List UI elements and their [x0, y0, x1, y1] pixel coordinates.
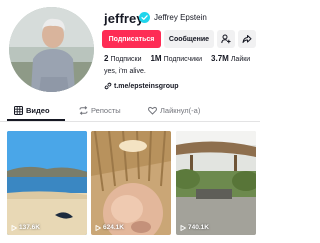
content-tabs: Видео Репосты Лайкнул(-а): [0, 103, 260, 121]
profile-link-text: t.me/epsteinsgroup: [114, 82, 179, 90]
tabs-divider: [0, 121, 260, 122]
followers-label: Подписчики: [163, 56, 203, 63]
share-icon: [242, 35, 252, 43]
followers-count: 1M: [150, 54, 162, 63]
following-count: 2: [104, 54, 109, 63]
view-count: 624.1K: [95, 224, 124, 231]
followers-stat[interactable]: 1M Подписчики: [150, 54, 203, 63]
view-count-text: 624.1K: [103, 224, 124, 231]
display-name: Jeffrey Epstein: [154, 13, 207, 22]
repost-icon: [79, 106, 88, 115]
likes-count: 3.7M: [211, 54, 229, 63]
view-count: 740.1K: [180, 224, 209, 231]
grid-icon: [14, 106, 23, 115]
likes-stat: 3.7M Лайки: [211, 54, 251, 63]
link-icon: [104, 82, 112, 90]
avatar[interactable]: [9, 7, 94, 92]
video-thumbnail[interactable]: 624.1K: [91, 131, 171, 235]
add-friend-button[interactable]: [217, 30, 235, 48]
tab-videos-label: Видео: [26, 106, 50, 115]
play-icon: [180, 224, 186, 231]
share-button[interactable]: [238, 30, 256, 48]
tab-reposts-label: Репосты: [91, 106, 121, 115]
play-icon: [95, 224, 101, 231]
view-count-text: 137.6K: [19, 224, 40, 231]
tab-videos[interactable]: Видео: [14, 106, 50, 115]
view-count: 137.6K: [11, 224, 40, 231]
view-count-text: 740.1K: [188, 224, 209, 231]
tab-liked-label: Лайкнул(-а): [160, 106, 201, 115]
follow-button[interactable]: Подписаться: [102, 30, 161, 48]
video-thumbnail[interactable]: 740.1K: [176, 131, 256, 235]
heart-icon: [148, 106, 157, 115]
bio-text: yes, i'm alive.: [104, 68, 146, 75]
add-user-icon: [221, 34, 231, 44]
profile-stats: 2 Подписки 1M Подписчики 3.7M Лайки: [104, 54, 257, 63]
tab-liked[interactable]: Лайкнул(-а): [148, 106, 200, 115]
play-icon: [11, 224, 17, 231]
video-thumbnail[interactable]: 137.6K: [7, 131, 87, 235]
verified-badge-icon: [139, 12, 150, 23]
following-stat[interactable]: 2 Подписки: [104, 54, 142, 63]
username: jeffrey: [104, 11, 144, 26]
profile-link[interactable]: t.me/epsteinsgroup: [104, 82, 179, 90]
message-button[interactable]: Сообщение: [164, 30, 214, 48]
following-label: Подписки: [110, 56, 142, 63]
likes-label: Лайки: [230, 56, 251, 63]
tab-reposts[interactable]: Репосты: [79, 106, 121, 115]
